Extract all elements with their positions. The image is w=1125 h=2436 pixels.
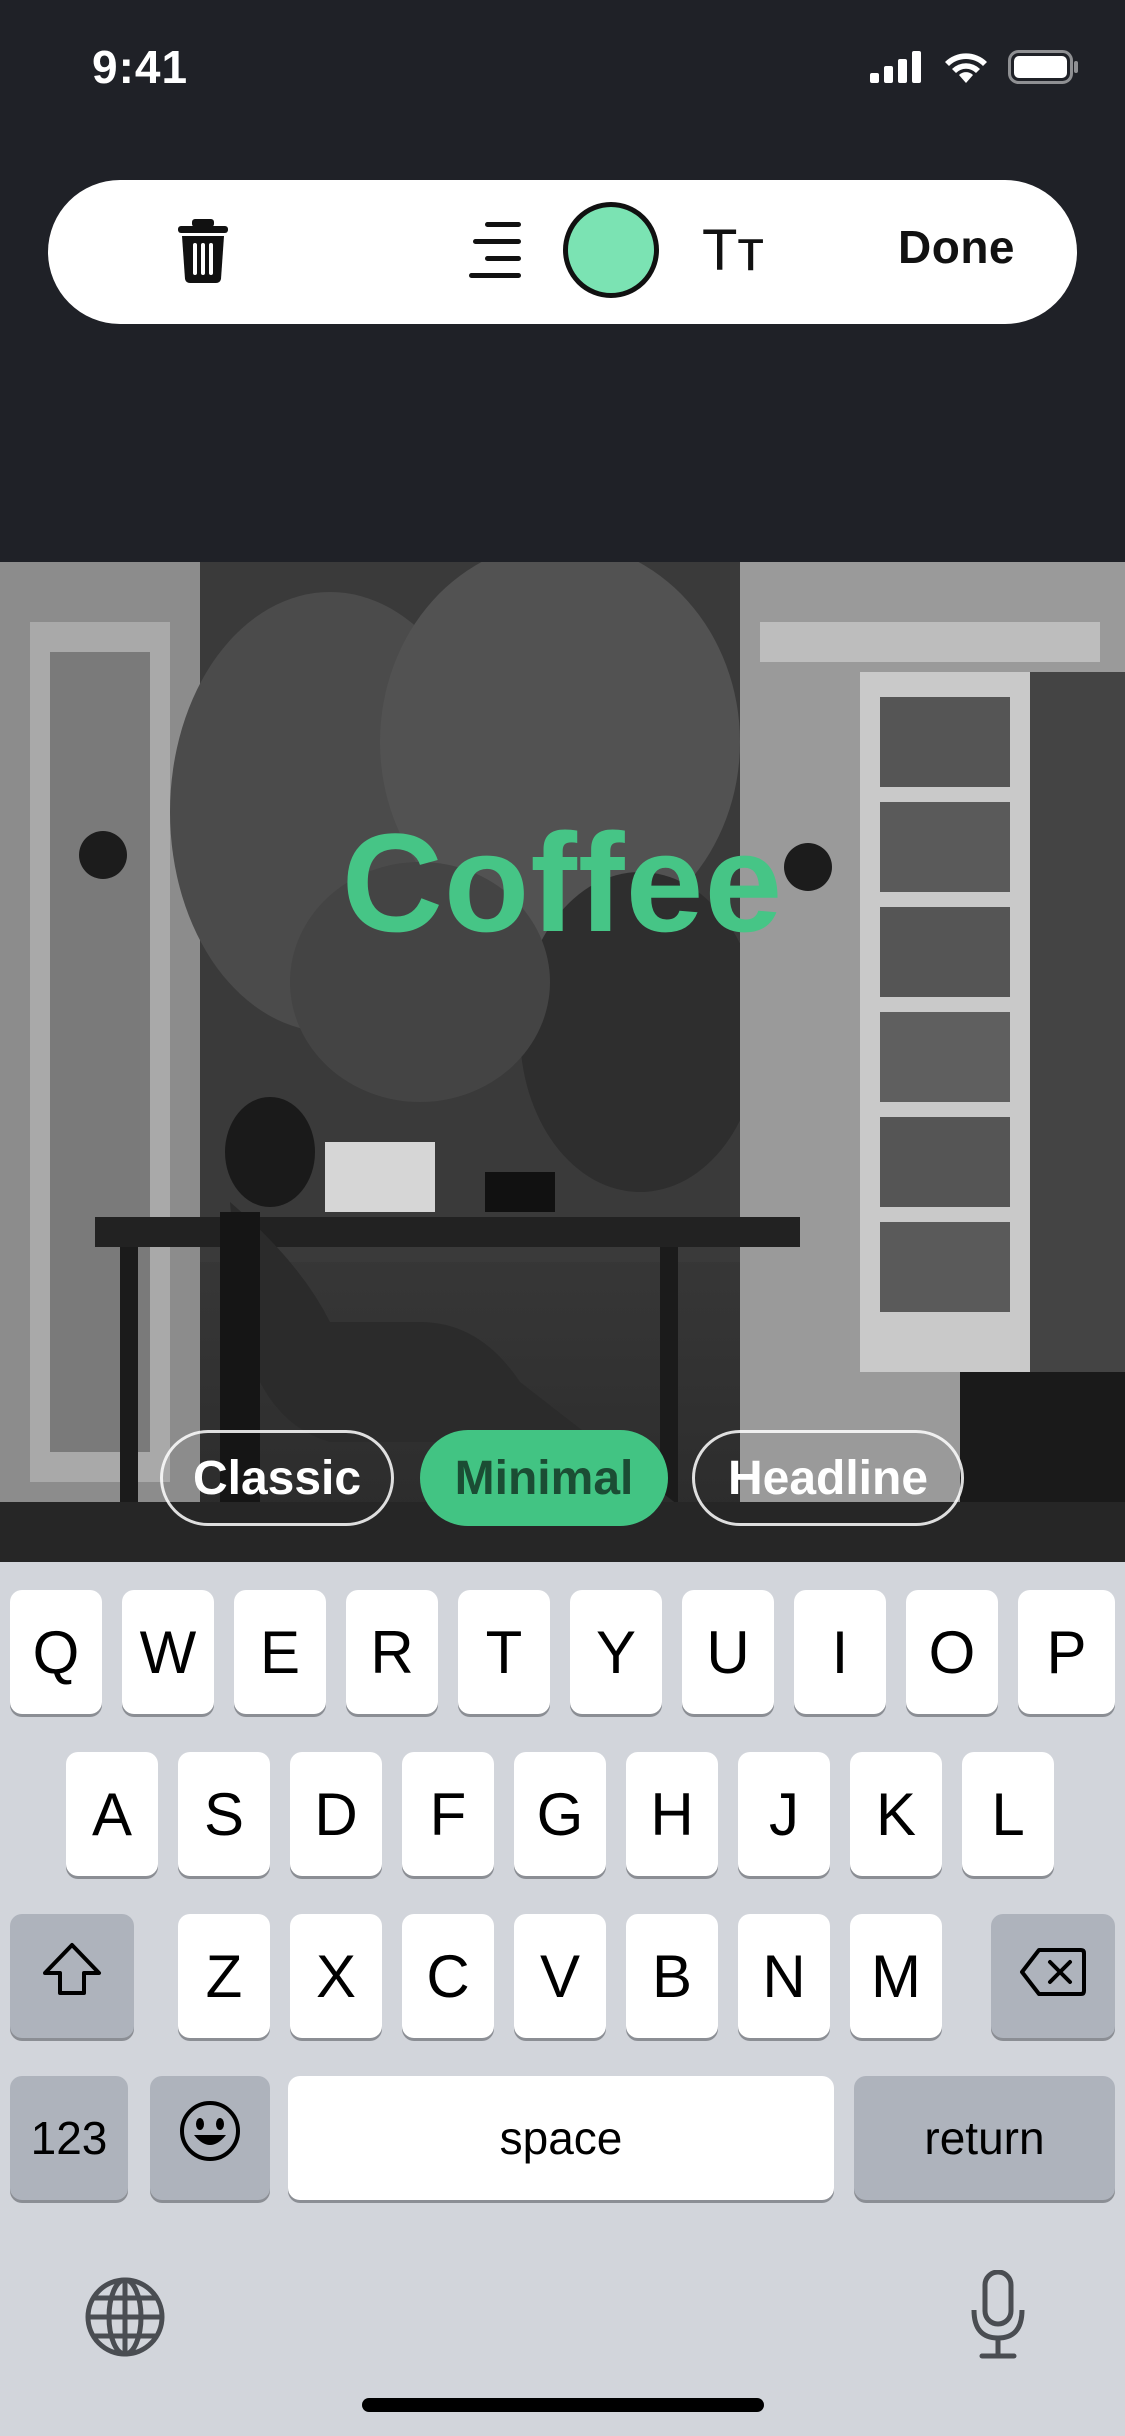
key-e[interactable]: E — [234, 1590, 326, 1714]
key-u[interactable]: U — [682, 1590, 774, 1714]
keyboard: Q W E R T Y U I O P A S D F G H J K L Z … — [0, 1562, 1125, 2436]
text-edit-toolbar: Tт Done — [48, 180, 1077, 324]
key-m[interactable]: M — [850, 1914, 942, 2038]
style-chip-headline[interactable]: Headline — [692, 1430, 964, 1526]
key-c[interactable]: C — [402, 1914, 494, 2038]
key-t[interactable]: T — [458, 1590, 550, 1714]
key-s[interactable]: S — [178, 1752, 270, 1876]
cellular-signal-icon — [870, 51, 924, 88]
text-align-button[interactable] — [463, 218, 527, 288]
key-r[interactable]: R — [346, 1590, 438, 1714]
key-g[interactable]: G — [514, 1752, 606, 1876]
done-button[interactable]: Done — [898, 220, 1015, 274]
key-i[interactable]: I — [794, 1590, 886, 1714]
numbers-key[interactable]: 123 — [10, 2076, 128, 2200]
style-chip-minimal[interactable]: Minimal — [420, 1430, 668, 1526]
status-icons — [870, 50, 1080, 89]
key-o[interactable]: O — [906, 1590, 998, 1714]
text-style-selector: Classic Minimal Headline — [0, 1430, 1125, 1530]
key-y[interactable]: Y — [570, 1590, 662, 1714]
delete-button[interactable] — [168, 218, 238, 288]
key-b[interactable]: B — [626, 1914, 718, 2038]
shift-arrow-icon — [41, 1941, 103, 2011]
key-f[interactable]: F — [402, 1752, 494, 1876]
key-v[interactable]: V — [514, 1914, 606, 2038]
wifi-icon — [942, 50, 990, 89]
key-q[interactable]: Q — [10, 1590, 102, 1714]
return-key[interactable]: return — [854, 2076, 1115, 2200]
key-k[interactable]: K — [850, 1752, 942, 1876]
key-z[interactable]: Z — [178, 1914, 270, 2038]
home-indicator[interactable] — [362, 2398, 764, 2412]
text-size-icon: Tт — [702, 217, 764, 283]
key-n[interactable]: N — [738, 1914, 830, 2038]
key-d[interactable]: D — [290, 1752, 382, 1876]
trash-icon — [176, 218, 230, 288]
status-bar: 9:41 — [0, 0, 1125, 140]
key-w[interactable]: W — [122, 1590, 214, 1714]
style-chip-classic[interactable]: Classic — [160, 1430, 394, 1526]
text-size-button[interactable]: Tт — [693, 210, 773, 290]
key-h[interactable]: H — [626, 1752, 718, 1876]
key-l[interactable]: L — [962, 1752, 1054, 1876]
key-p[interactable]: P — [1018, 1590, 1115, 1714]
key-a[interactable]: A — [66, 1752, 158, 1876]
status-time: 9:41 — [92, 41, 189, 93]
align-right-icon — [467, 220, 523, 287]
delete-key[interactable] — [991, 1914, 1115, 2038]
space-key[interactable]: space — [288, 2076, 834, 2200]
photo-canvas[interactable]: Coffee Classic Minimal Headline — [0, 562, 1125, 1562]
color-swatch-button[interactable] — [563, 202, 659, 298]
key-j[interactable]: J — [738, 1752, 830, 1876]
globe-icon[interactable] — [84, 2276, 166, 2363]
microphone-icon[interactable] — [968, 2269, 1028, 2365]
emoji-icon — [178, 2099, 242, 2177]
overlay-text[interactable]: Coffee — [0, 802, 1125, 964]
shift-key[interactable] — [10, 1914, 134, 2038]
key-x[interactable]: X — [290, 1914, 382, 2038]
backspace-icon — [1019, 1942, 1087, 2011]
background-photo — [0, 562, 1125, 1562]
emoji-key[interactable] — [150, 2076, 270, 2200]
battery-icon — [1008, 50, 1080, 89]
